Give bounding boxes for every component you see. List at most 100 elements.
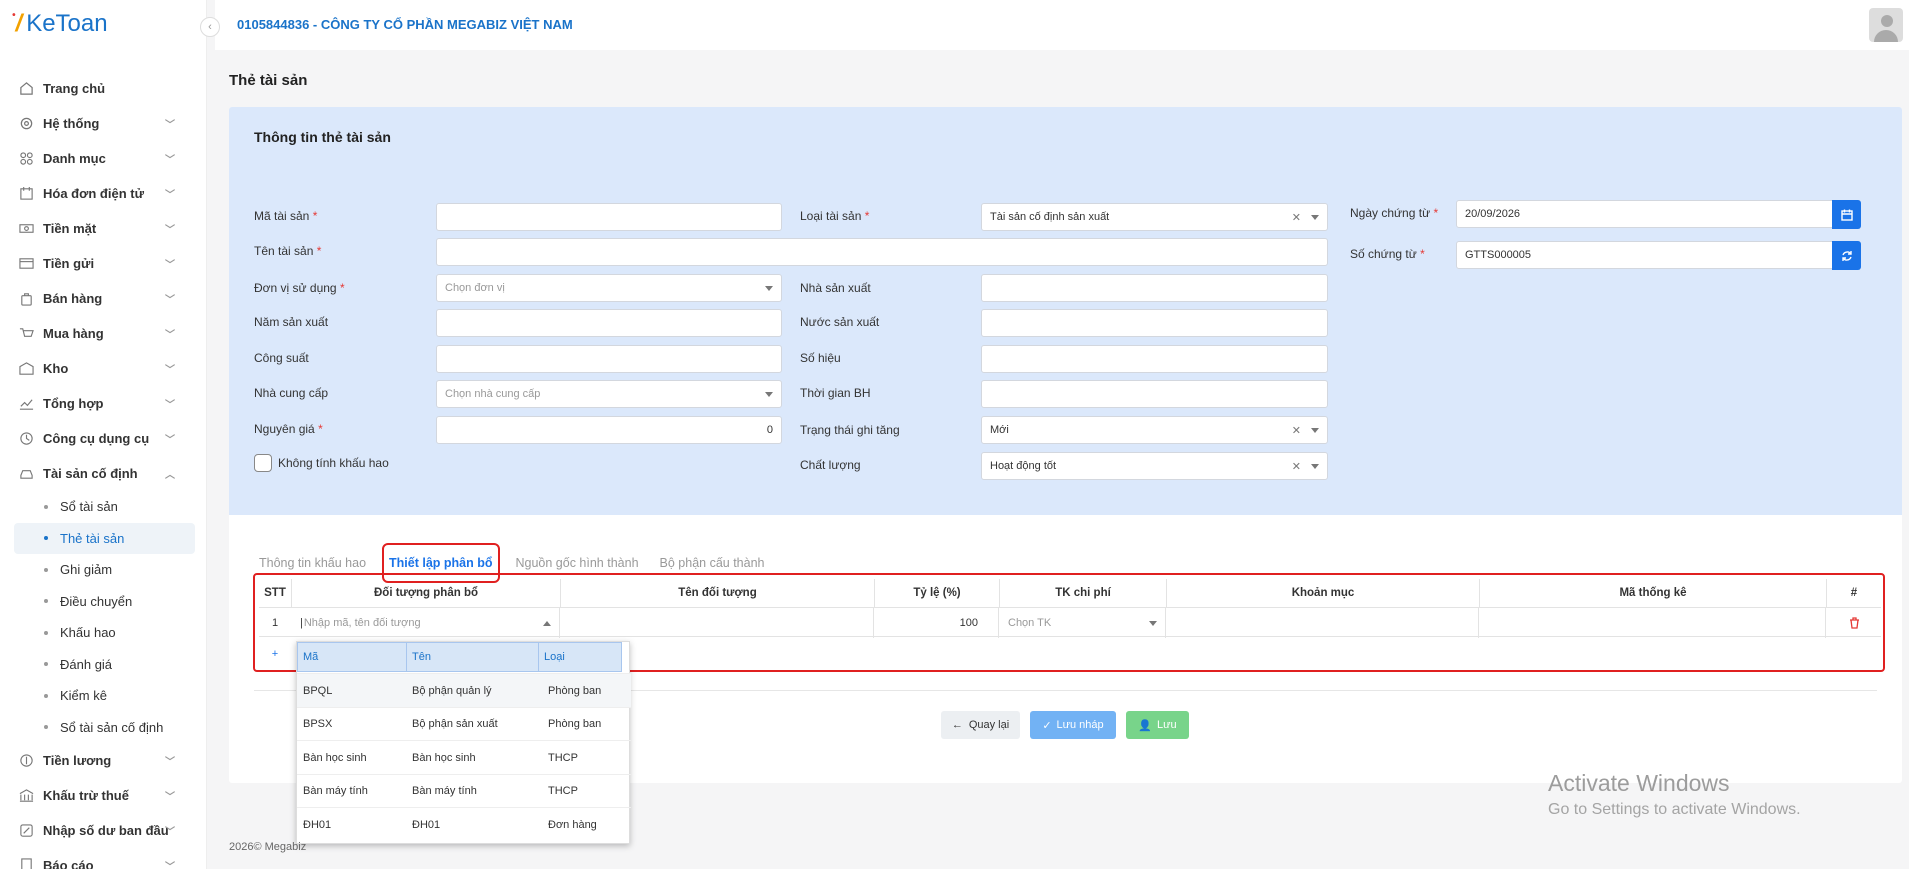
label-so-chung-tu: Số chứng từ * [1350, 247, 1425, 261]
label-nguyen-gia: Nguyên giá * [254, 422, 323, 436]
label-ma-tai-san: Mã tài sản * [254, 209, 317, 223]
chevron-down-icon: ﹀ [165, 330, 175, 341]
cong-suat-input[interactable] [436, 345, 782, 373]
sidebar-item-tien-mat[interactable]: Tiền mặt ﹀ [0, 211, 207, 246]
sidebar-subitem-kiem-ke[interactable]: Kiểm kê [14, 680, 195, 712]
cash-icon [18, 221, 34, 237]
sidebar-item-tai-san-co-dinh[interactable]: Tài sản cố định ︿ [0, 456, 207, 491]
so-hieu-input[interactable] [981, 345, 1328, 373]
sidebar-item-label: Nhập số dư ban đầu [43, 823, 169, 838]
chat-luong-select[interactable]: Hoạt động tốt ✕ [981, 452, 1328, 480]
ma-tai-san-input[interactable] [436, 203, 782, 231]
sidebar-item-he-thong[interactable]: Hệ thống ﹀ [0, 106, 207, 141]
grid-icon [18, 151, 34, 167]
page-title: Thẻ tài sản [229, 72, 308, 89]
caret-down-icon [765, 391, 773, 397]
sidebar-item-tong-hop[interactable]: Tổng hợp ﹀ [0, 386, 207, 421]
save-button[interactable]: 👤 Lưu [1126, 711, 1189, 739]
thoi-gian-bh-input[interactable] [981, 380, 1328, 408]
add-row-button[interactable]: + [259, 639, 291, 669]
option-ten: ĐH01 [412, 818, 441, 831]
option-ten: Bàn học sinh [412, 751, 476, 764]
dropdown-option[interactable]: ĐH01 ĐH01 Đơn hàng [297, 807, 631, 841]
logo[interactable]: •/ KeToan [12, 10, 108, 38]
label-trang-thai-ghi-tang: Trạng thái ghi tăng [800, 423, 900, 437]
sidebar-item-ban-hang[interactable]: Bán hàng ﹀ [0, 281, 207, 316]
back-button[interactable]: ← Quay lại [941, 711, 1020, 739]
chevron-down-icon: ﹀ [165, 862, 175, 869]
sidebar-item-nhap-so-du[interactable]: Nhập số dư ban đầu ﹀ [0, 813, 207, 848]
sidebar-item-hoa-don[interactable]: Hóa đơn điện tử ﹀ [0, 176, 207, 211]
nam-san-xuat-input[interactable] [436, 309, 782, 337]
calendar-icon [1840, 209, 1853, 221]
sidebar-item-cong-cu[interactable]: Công cụ dụng cụ ﹀ [0, 421, 207, 456]
bullet-icon [44, 662, 48, 667]
sidebar-subitem-khau-hao[interactable]: Khấu hao [14, 617, 195, 649]
caret-down-icon [1311, 427, 1319, 433]
sidebar-item-khau-tru-thue[interactable]: Khấu trừ thuế ﹀ [0, 778, 207, 813]
so-chung-tu-input[interactable]: GTTS000005 [1456, 241, 1833, 269]
label-ten-tai-san: Tên tài sản * [254, 244, 321, 258]
avatar[interactable] [1869, 8, 1903, 42]
option-ma: BPSX [303, 718, 333, 730]
sidebar-item-tien-gui[interactable]: Tiền gửi ﹀ [0, 246, 207, 281]
dropdown-option[interactable]: Bàn máy tính Bàn máy tính THCP [297, 773, 631, 808]
sidebar-subitem-label: Ghi giảm [60, 562, 113, 578]
chevron-down-icon: ﹀ [165, 365, 175, 376]
ten-tai-san-input[interactable] [436, 238, 1328, 266]
edit-icon [18, 823, 34, 839]
don-vi-su-dung-select[interactable]: Chọn đơn vị [436, 274, 782, 302]
ten-doi-tuong-cell [561, 608, 874, 638]
sidebar-item-trang-chu[interactable]: Trang chủ [0, 71, 207, 106]
sidebar-subitem-dieu-chuyen[interactable]: Điều chuyển [14, 586, 195, 618]
trang-thai-ghi-tang-select[interactable]: Mới ✕ [981, 416, 1328, 444]
clear-icon[interactable]: ✕ [1292, 424, 1301, 437]
footer-copyright: 2026© Megabiz [229, 841, 307, 853]
refresh-button[interactable] [1832, 241, 1861, 270]
sidebar-item-label: Danh mục [43, 151, 106, 166]
ngay-chung-tu-input[interactable]: 20/09/2026 [1456, 200, 1833, 228]
text-cursor: | [300, 617, 303, 629]
khoan-muc-select[interactable] [1167, 608, 1479, 638]
khong-tinh-khau-hao-checkbox[interactable] [254, 454, 272, 472]
nguyen-gia-input[interactable]: 0 [436, 416, 782, 444]
sidebar-subitem-so-tscd[interactable]: Sổ tài sản cố định [14, 712, 195, 744]
table-row: 1 | Nhập mã, tên đối tượng 100 Chọn TK [259, 607, 1881, 638]
sidebar-item-mua-hang[interactable]: Mua hàng ﹀ [0, 316, 207, 351]
sidebar-item-bao-cao[interactable]: Báo cáo ﹀ [0, 848, 207, 869]
sidebar-item-danh-muc[interactable]: Danh mục ﹀ [0, 141, 207, 176]
nuoc-san-xuat-input[interactable] [981, 309, 1328, 337]
option-ma: BPQL [303, 684, 333, 697]
ty-le-input[interactable]: 100 [875, 608, 999, 638]
bullet-icon [44, 725, 48, 730]
chevron-down-icon: ﹀ [165, 155, 175, 166]
dropdown-option[interactable]: BPSX Bộ phận sản xuất Phòng ban [297, 706, 631, 741]
nha-cung-cap-select[interactable]: Chọn nhà cung cấp [436, 380, 782, 408]
save-draft-button[interactable]: ✓ Lưu nháp [1030, 711, 1116, 739]
sidebar-item-tien-luong[interactable]: Tiền lương ﹀ [0, 743, 207, 778]
clear-icon[interactable]: ✕ [1292, 460, 1301, 473]
doi-tuong-input[interactable]: | Nhập mã, tên đối tượng [292, 608, 560, 638]
tk-chi-phi-select[interactable]: Chọn TK [1000, 608, 1166, 638]
label-khong-tinh-khau-hao: Không tính khấu hao [278, 456, 389, 470]
sidebar-subitem-the-tai-san[interactable]: Thẻ tài sản [14, 522, 195, 554]
label-loai-tai-san: Loại tài sản * [800, 209, 869, 223]
option-ten: Bàn máy tính [412, 785, 477, 797]
sidebar-subitem-label: Điều chuyển [60, 593, 133, 609]
collapse-sidebar-button[interactable]: ‹ [200, 17, 220, 37]
ma-thong-ke-select[interactable] [1480, 608, 1826, 638]
nha-san-xuat-input[interactable] [981, 274, 1328, 302]
sidebar-subitem-label: Sổ tài sản [60, 499, 118, 515]
loai-tai-san-select[interactable]: Tài sản cố định sản xuất ✕ [981, 203, 1328, 231]
sidebar: •/ KeToan Trang chủ Hệ thống ﹀ Danh mục ﹀ … [0, 0, 207, 869]
delete-row-button[interactable] [1827, 608, 1881, 638]
sidebar-item-kho[interactable]: Kho ﹀ [0, 351, 207, 386]
invoice-icon [18, 186, 34, 202]
clear-icon[interactable]: ✕ [1292, 211, 1301, 224]
sidebar-subitem-danh-gia[interactable]: Đánh giá [14, 649, 195, 681]
calendar-button[interactable] [1832, 200, 1861, 229]
dropdown-option[interactable]: Bàn học sinh Bàn học sinh THCP [297, 740, 631, 774]
dropdown-option[interactable]: BPQL Bộ phận quản lý Phòng ban [297, 673, 631, 707]
sidebar-subitem-so-tai-san[interactable]: Sổ tài sản [14, 491, 195, 523]
sidebar-subitem-ghi-giam[interactable]: Ghi giảm [14, 554, 195, 586]
